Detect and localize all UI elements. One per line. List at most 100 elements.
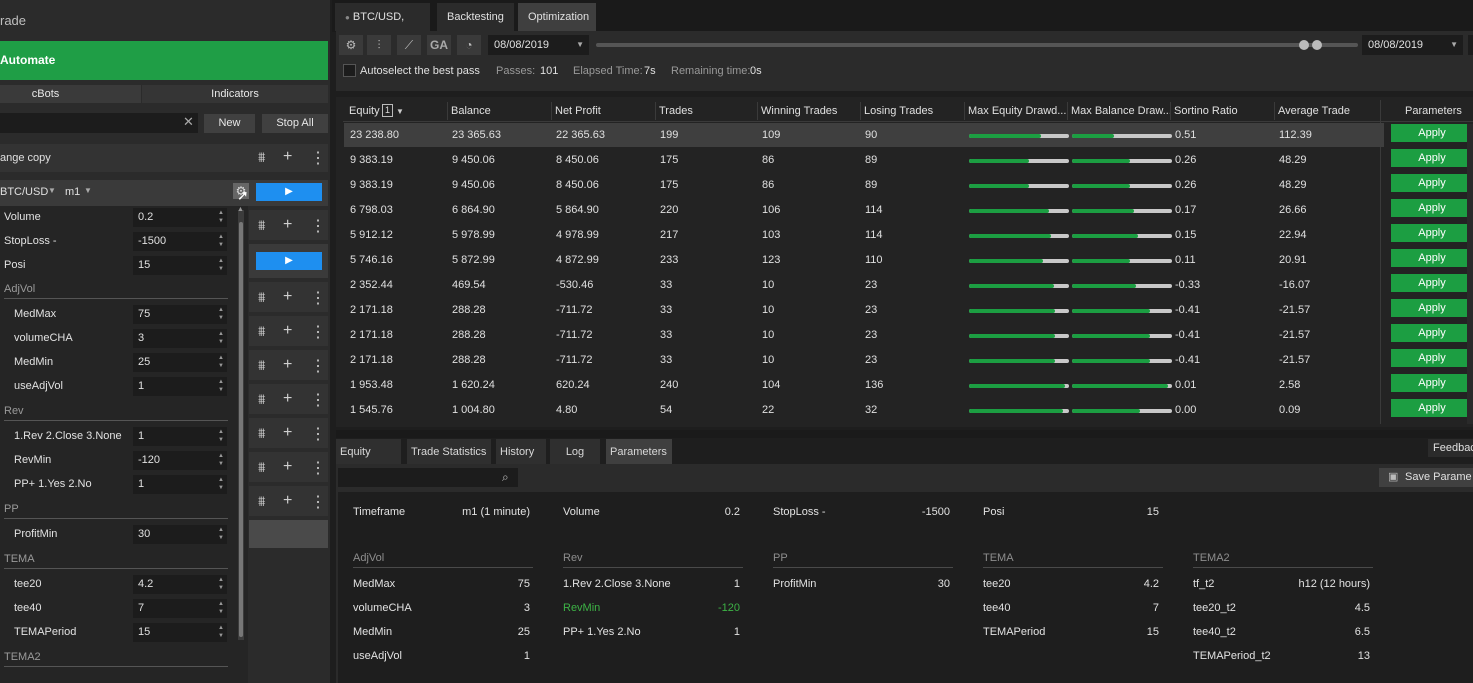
more-icon[interactable]: ⋮ bbox=[310, 148, 326, 168]
tab-indicators[interactable]: Indicators bbox=[142, 85, 328, 103]
param-input[interactable]: 1 ▲ ▼ bbox=[133, 475, 227, 494]
column-header[interactable]: Equity bbox=[349, 105, 380, 117]
column-divider[interactable] bbox=[964, 102, 965, 120]
chart-icon[interactable]: ⟋ bbox=[397, 35, 421, 55]
table-row[interactable]: 6 798.03 6 864.90 5 864.90 220 106 114 0.17 26.… bbox=[344, 198, 1384, 222]
chevron-down-icon[interactable]: ▼ bbox=[48, 186, 56, 195]
tab-backtesting[interactable]: Backtesting bbox=[437, 3, 514, 31]
add-icon[interactable]: + bbox=[283, 356, 292, 374]
stepper-icon[interactable]: ▲ ▼ bbox=[218, 452, 224, 468]
stepper-icon[interactable]: ▲ ▼ bbox=[218, 257, 224, 273]
instance-row[interactable]: BTC/USD ▼ m1 ▼ ⚙ ▶ bbox=[0, 180, 328, 206]
stepper-icon[interactable]: ▲ ▼ bbox=[218, 600, 224, 616]
table-row[interactable]: 5 912.12 5 978.99 4 978.99 217 103 114 0.15 22.… bbox=[344, 223, 1384, 247]
table-row[interactable]: 1 953.48 1 620.24 620.24 240 104 136 0.01 2.58 bbox=[344, 373, 1384, 397]
column-divider[interactable] bbox=[551, 102, 552, 120]
stepper-icon[interactable]: ▲ ▼ bbox=[218, 209, 224, 225]
more-icon[interactable]: ⋮ bbox=[310, 424, 326, 444]
param-input[interactable]: 1 ▲ ▼ bbox=[133, 377, 227, 396]
hierarchy-icon[interactable]: ⩩ bbox=[258, 493, 265, 510]
param-input[interactable]: 7 ▲ ▼ bbox=[133, 599, 227, 618]
param-input[interactable]: 0.2 ▲ ▼ bbox=[133, 208, 227, 227]
hierarchy-icon[interactable]: ⩩ bbox=[258, 357, 265, 374]
more-icon[interactable]: ⋮ bbox=[310, 288, 326, 308]
apply-button[interactable]: Apply bbox=[1391, 149, 1473, 167]
bot-row[interactable]: ⩩ + ⋮ bbox=[249, 486, 328, 516]
column-divider[interactable] bbox=[1170, 102, 1171, 120]
stepper-icon[interactable]: ▲ ▼ bbox=[218, 576, 224, 592]
param-input[interactable]: 1 ▲ ▼ bbox=[133, 427, 227, 446]
add-icon[interactable]: + bbox=[283, 390, 292, 408]
bot-row[interactable]: ⩩ + ⋮ bbox=[249, 210, 328, 240]
end-date-picker[interactable]: 08/08/2019 ▼ bbox=[1362, 35, 1463, 55]
more-icon[interactable]: ⋮ bbox=[310, 492, 326, 512]
param-input[interactable]: 3 ▲ ▼ bbox=[133, 329, 227, 348]
bot-row[interactable]: ⩩ + ⋮ bbox=[249, 418, 328, 448]
instance-row[interactable]: ▶ bbox=[249, 244, 328, 278]
tab-equity-chart[interactable]: Equity Chart bbox=[336, 439, 401, 484]
column-divider[interactable] bbox=[1067, 102, 1068, 120]
ga-button[interactable]: GA bbox=[427, 35, 451, 55]
table-row[interactable]: 1 545.76 1 004.80 4.80 54 22 32 0.00 0.09 bbox=[344, 398, 1384, 422]
column-divider[interactable] bbox=[757, 102, 758, 120]
bot-row[interactable]: ⩩ + ⋮ bbox=[249, 452, 328, 482]
param-input[interactable]: 4.2 ▲ ▼ bbox=[133, 575, 227, 594]
column-header[interactable]: Winning Trades bbox=[761, 105, 837, 117]
table-row[interactable]: 2 171.18 288.28 -711.72 33 10 23 -0.41 -21.57 bbox=[344, 298, 1384, 322]
more-icon[interactable]: ⋮ bbox=[310, 216, 326, 236]
bot-row[interactable]: ⩩ + ⋮ bbox=[249, 316, 328, 346]
add-icon[interactable]: + bbox=[283, 288, 292, 306]
table-row[interactable]: 9 383.19 9 450.06 8 450.06 175 86 89 0.26 48.29 bbox=[344, 148, 1384, 172]
hierarchy-icon[interactable]: ⩩ bbox=[258, 149, 265, 166]
apply-button[interactable]: Apply bbox=[1391, 399, 1473, 417]
speed-icon[interactable]: ◔ bbox=[457, 35, 481, 55]
instance-symbol[interactable]: BTC/USD bbox=[0, 186, 48, 198]
stepper-icon[interactable]: ▲ ▼ bbox=[218, 428, 224, 444]
sliders-icon[interactable]: ⫶ bbox=[367, 35, 391, 55]
hierarchy-icon[interactable]: ⩩ bbox=[258, 425, 265, 442]
param-input[interactable]: -1500 ▲ ▼ bbox=[133, 232, 227, 251]
stepper-icon[interactable]: ▲ ▼ bbox=[218, 306, 224, 322]
table-row[interactable]: 2 171.18 288.28 -711.72 33 10 23 -0.41 -21.57 bbox=[344, 348, 1384, 372]
column-header[interactable]: Trades bbox=[659, 105, 693, 117]
hierarchy-icon[interactable]: ⩩ bbox=[258, 323, 265, 340]
tab-log[interactable]: Log bbox=[550, 439, 600, 464]
splitter[interactable] bbox=[336, 430, 1473, 438]
hierarchy-icon[interactable]: ⩩ bbox=[258, 391, 265, 408]
apply-button[interactable]: Apply bbox=[1391, 299, 1473, 317]
column-header[interactable]: Net Profit bbox=[555, 105, 601, 117]
tab-parameters[interactable]: Parameters bbox=[606, 439, 672, 464]
tab-trade-statistics[interactable]: Trade Statistics bbox=[407, 439, 491, 464]
table-row[interactable]: 23 238.80 23 365.63 22 365.63 199 109 90 0.51 1… bbox=[344, 123, 1384, 147]
stepper-icon[interactable]: ▲ ▼ bbox=[218, 378, 224, 394]
slider-handle-start[interactable] bbox=[1299, 40, 1309, 50]
more-icon[interactable]: ⋮ bbox=[310, 322, 326, 342]
column-divider[interactable] bbox=[1274, 102, 1275, 120]
apply-button[interactable]: Apply bbox=[1391, 274, 1473, 292]
more-icon[interactable]: ⋮ bbox=[310, 458, 326, 478]
sort-desc-icon[interactable]: ▼ bbox=[396, 107, 404, 116]
column-header[interactable]: Average Trade bbox=[1278, 105, 1350, 117]
hierarchy-icon[interactable]: ⩩ bbox=[258, 289, 265, 306]
add-icon[interactable]: + bbox=[283, 148, 292, 166]
tab-chart[interactable]: ● BTC/USD, m1 bbox=[335, 3, 430, 52]
more-icon[interactable]: ⋮ bbox=[310, 356, 326, 376]
hierarchy-icon[interactable]: ⩩ bbox=[258, 459, 265, 476]
param-input[interactable]: 30 ▲ ▼ bbox=[133, 525, 227, 544]
table-row[interactable]: 2 171.18 288.28 -711.72 33 10 23 -0.41 -21.57 bbox=[344, 323, 1384, 347]
instance-timeframe[interactable]: m1 bbox=[65, 186, 80, 198]
bot-row[interactable]: ⩩ + ⋮ bbox=[249, 350, 328, 380]
add-icon[interactable]: + bbox=[283, 492, 292, 510]
save-parameters-button[interactable]: ▣ Save Parame bbox=[1379, 468, 1473, 487]
play-button[interactable]: ▶ bbox=[256, 252, 322, 270]
start-date-picker[interactable]: 08/08/2019 ▼ bbox=[488, 35, 589, 55]
search-input[interactable] bbox=[0, 113, 198, 133]
stop-all-button[interactable]: Stop All bbox=[262, 114, 328, 133]
stepper-icon[interactable]: ▲ ▼ bbox=[218, 624, 224, 640]
tab-cbots[interactable]: cBots bbox=[0, 85, 141, 103]
tab-history[interactable]: History bbox=[496, 439, 546, 464]
add-icon[interactable]: + bbox=[283, 458, 292, 476]
column-header[interactable]: Sortino Ratio bbox=[1174, 105, 1238, 117]
column-header[interactable]: Losing Trades bbox=[864, 105, 933, 117]
bot-row[interactable]: ⩩ + ⋮ bbox=[249, 384, 328, 414]
